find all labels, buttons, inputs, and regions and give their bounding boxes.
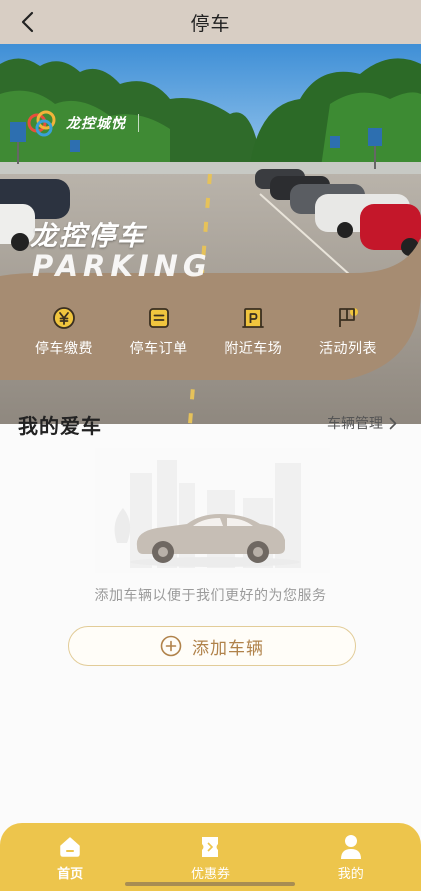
back-button[interactable] xyxy=(12,7,42,37)
chevron-left-icon xyxy=(21,11,34,33)
add-vehicle-label: 添加车辆 xyxy=(192,638,264,659)
vehicle-management-link[interactable]: 车辆管理 xyxy=(327,413,397,433)
tab-mine[interactable]: 我的 xyxy=(306,833,396,882)
menu-item-nearby-parking[interactable]: 附近车场 xyxy=(207,305,299,365)
bottom-tab-bar: 首页 优惠券 我的 xyxy=(0,823,421,891)
empty-car-illustration xyxy=(95,448,330,573)
menu-item-parking-orders[interactable]: 停车订单 xyxy=(113,305,205,365)
vehicle-management-label: 车辆管理 xyxy=(327,416,383,432)
user-icon xyxy=(338,833,364,861)
tab-label: 我的 xyxy=(337,867,364,882)
add-vehicle-button[interactable]: 添加车辆 xyxy=(68,626,356,666)
logo-text: 龙控城悦 xyxy=(66,116,126,132)
brand-logo: 龙控城悦 xyxy=(26,108,139,138)
parking-lot-icon xyxy=(240,305,266,331)
order-icon xyxy=(146,305,172,331)
chevron-right-icon xyxy=(389,417,397,429)
menu-label: 附近车场 xyxy=(224,341,283,357)
tab-label: 首页 xyxy=(57,867,84,882)
add-vehicle-hint: 添加车辆以便于我们更好的为您服务 xyxy=(94,588,327,604)
section-title-my-car: 我的爱车 xyxy=(18,414,102,438)
quick-menu: 停车缴费 停车订单 附近车场 活动列表 xyxy=(18,305,394,365)
tab-home[interactable]: 首页 xyxy=(25,833,115,882)
menu-item-activity-list[interactable]: 活动列表 xyxy=(302,305,394,365)
home-icon xyxy=(57,833,83,861)
coupon-icon xyxy=(197,833,223,861)
parking-page: 停车 龙控城悦 龙控停车 PARKING 停车缴费 停车订单 附近车场 活动列表… xyxy=(0,0,421,891)
menu-item-parking-payment[interactable]: 停车缴费 xyxy=(18,305,110,365)
menu-label: 停车订单 xyxy=(129,341,188,357)
top-navigation-bar: 停车 xyxy=(0,0,421,44)
brand-title: 龙控停车 xyxy=(30,221,146,252)
menu-label: 活动列表 xyxy=(318,341,377,357)
hero-banner: 龙控城悦 龙控停车 PARKING xyxy=(0,44,421,424)
plus-circle-icon xyxy=(160,635,182,657)
yen-icon xyxy=(51,305,77,331)
brand-subtitle: PARKING xyxy=(32,249,212,283)
logo-rings-icon xyxy=(27,110,56,137)
logo-divider xyxy=(138,114,139,132)
tab-coupons[interactable]: 优惠券 xyxy=(165,833,255,882)
home-indicator xyxy=(125,882,295,886)
tab-label: 优惠券 xyxy=(190,867,230,882)
flag-icon xyxy=(335,305,361,331)
page-title: 停车 xyxy=(190,12,231,35)
menu-label: 停车缴费 xyxy=(35,341,93,357)
